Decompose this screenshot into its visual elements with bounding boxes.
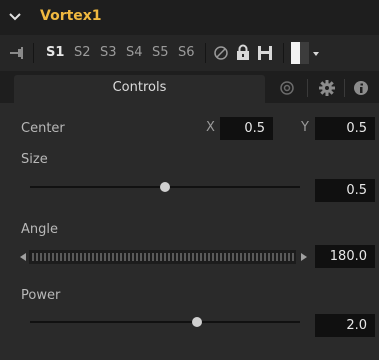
tab-separator	[344, 79, 345, 97]
save-settings-icon[interactable]	[257, 45, 273, 61]
toolbar-separator	[283, 43, 284, 63]
collapse-chevron-icon[interactable]	[9, 12, 21, 22]
version-toolbar: S1 S2 S3 S4 S5 S6	[0, 35, 379, 71]
toolbar-separator	[205, 43, 206, 63]
node-name[interactable]: Vortex1	[40, 8, 102, 24]
power-slider-track[interactable]	[30, 321, 300, 323]
toolbar-separator	[33, 43, 34, 63]
modifiers-tab-icon[interactable]	[279, 80, 295, 96]
version-slot-s4[interactable]: S4	[126, 45, 143, 60]
version-slot-s1[interactable]: S1	[46, 45, 64, 60]
version-slot-s6[interactable]: S6	[178, 45, 195, 60]
tab-separator	[307, 79, 308, 97]
center-x-axis-label: X	[206, 120, 215, 135]
color-swatch-dropdown-icon[interactable]	[291, 42, 319, 64]
version-slot-s3[interactable]: S3	[100, 45, 117, 60]
angle-label: Angle	[21, 222, 58, 237]
lock-icon[interactable]	[236, 44, 250, 61]
size-label: Size	[21, 152, 48, 167]
angle-decrement-arrow	[20, 253, 26, 261]
node-header: Vortex1	[0, 0, 379, 35]
size-slider-handle[interactable]	[160, 182, 170, 192]
center-y-axis-label: Y	[301, 120, 309, 135]
info-tab-icon[interactable]	[353, 80, 369, 96]
disable-icon[interactable]	[213, 45, 229, 61]
center-label: Center	[21, 121, 65, 136]
power-slider-handle[interactable]	[192, 317, 203, 327]
pin-icon[interactable]	[9, 46, 25, 60]
tab-controls[interactable]: Controls	[14, 75, 265, 103]
tab-bar: Controls	[0, 71, 379, 103]
center-x-input[interactable]: 0.5	[220, 117, 273, 140]
angle-increment-arrow	[301, 253, 307, 261]
version-slot-s5[interactable]: S5	[152, 45, 169, 60]
angle-input[interactable]: 180.0	[315, 245, 375, 268]
center-y-input[interactable]: 0.5	[315, 117, 375, 140]
power-label: Power	[21, 288, 61, 303]
angle-thumbwheel[interactable]	[20, 250, 307, 264]
version-slot-s2[interactable]: S2	[74, 45, 91, 60]
settings-tab-gear-icon[interactable]	[318, 79, 336, 97]
tab-controls-label: Controls	[112, 80, 167, 95]
size-input[interactable]: 0.5	[315, 179, 375, 202]
power-input[interactable]: 2.0	[315, 314, 375, 337]
